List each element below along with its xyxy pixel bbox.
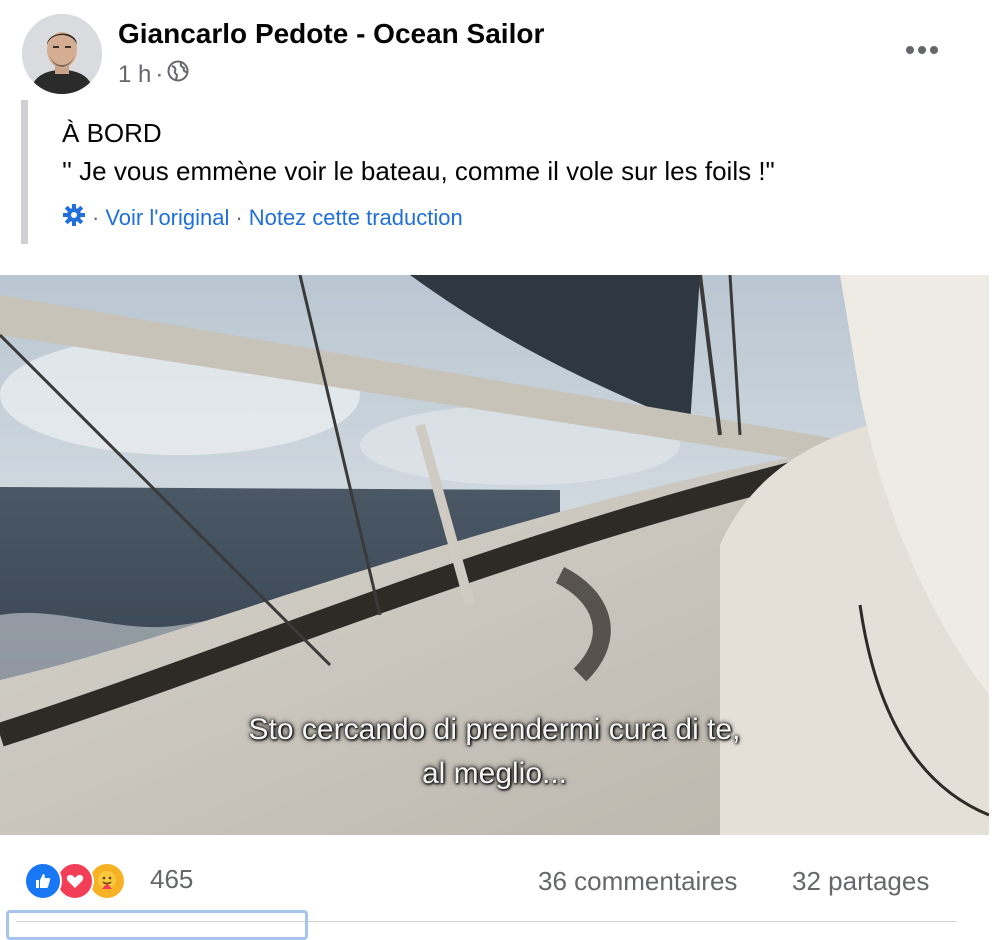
author-avatar[interactable] [22, 14, 102, 94]
post-text: À BORD '' Je vous emmène voir le bateau,… [62, 114, 775, 190]
translation-row: · Voir l'original · Notez cette traducti… [62, 203, 463, 233]
comments-count[interactable]: 36 commentaires [538, 866, 737, 897]
translation-separator: · [92, 205, 100, 230]
gear-icon[interactable] [62, 203, 86, 233]
post-timestamp[interactable]: 1 h [118, 61, 151, 89]
rate-translation-link[interactable]: Notez cette traduction [249, 205, 463, 231]
shares-count[interactable]: 32 partages [792, 866, 929, 897]
video-player[interactable] [0, 275, 989, 835]
post-text-line: À BORD [62, 118, 162, 148]
more-options-icon [906, 46, 938, 54]
post-meta: 1 h · [118, 60, 189, 89]
post-text-line: '' Je vous emmène voir le bateau, comme … [62, 156, 775, 186]
video-subtitle-line: al meglio... [421, 757, 568, 790]
quote-bar [21, 100, 28, 244]
like-action-focus[interactable] [6, 910, 308, 940]
video-subtitle-line: Sto cercando di prendermi cura di te, [248, 713, 741, 746]
video-frame [0, 275, 989, 835]
translation-separator: · [235, 205, 243, 230]
reaction-count[interactable]: 465 [150, 864, 193, 895]
like-icon [24, 862, 62, 900]
reactions-summary[interactable] [24, 862, 126, 900]
meta-separator: · [155, 60, 164, 88]
author-name[interactable]: Giancarlo Pedote - Ocean Sailor [118, 18, 544, 50]
more-options-button[interactable] [892, 30, 952, 70]
globe-icon [167, 60, 189, 89]
see-original-link[interactable]: Voir l'original [105, 205, 229, 231]
